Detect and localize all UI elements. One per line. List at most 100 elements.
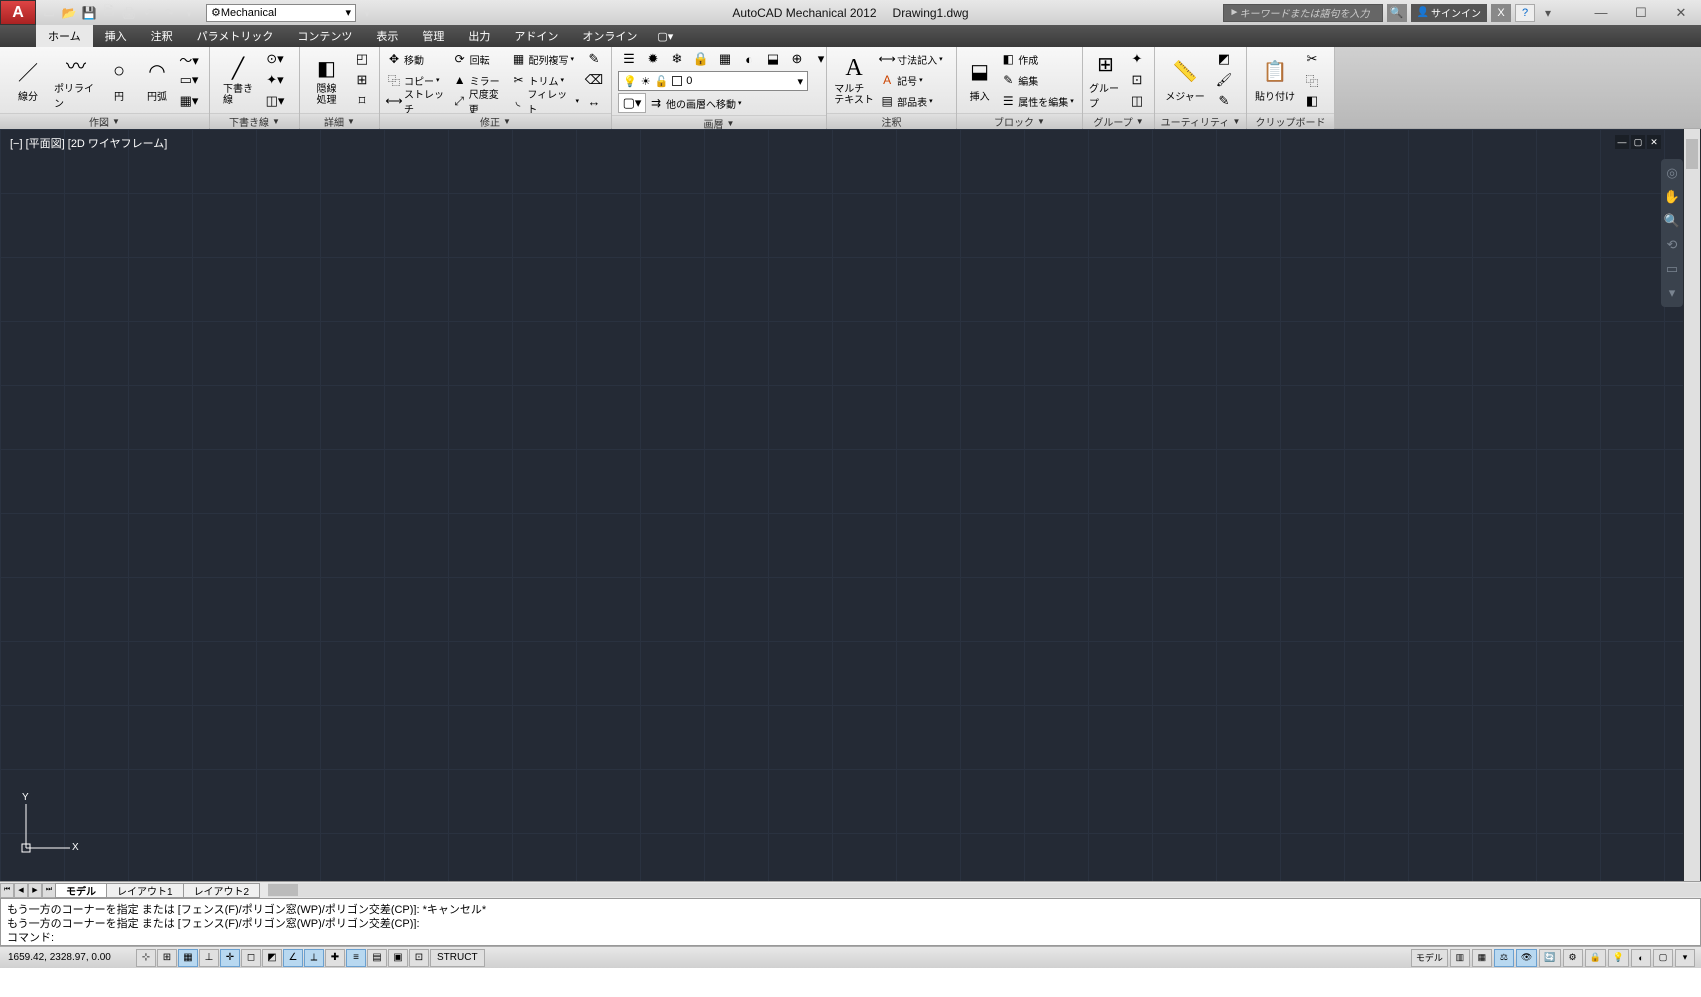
sb-otrack[interactable]: ∠ xyxy=(283,949,303,967)
hide-line-button[interactable]: ◧隠線 処理 xyxy=(306,50,347,110)
drawing-area[interactable]: [−] [平面図] [2D ワイヤフレーム] — ▢ ✕ Y X ◎ ✋ 🔍 ⟲… xyxy=(0,129,1701,881)
viewport-label[interactable]: [−] [平面図] [2D ワイヤフレーム] xyxy=(10,135,167,151)
qat-more-icon[interactable]: ▾ xyxy=(180,4,198,22)
tab-layout2[interactable]: レイアウト2 xyxy=(183,883,261,898)
command-line[interactable]: もう一方のコーナーを指定 または [フェンス(F)/ポリゴン窓(WP)/ポリゴン… xyxy=(0,898,1701,946)
tab-view[interactable]: 表示 xyxy=(364,25,410,47)
insert-block-button[interactable]: ⬓挿入 xyxy=(963,50,996,110)
group-sel-icon[interactable]: ◫ xyxy=(1126,91,1148,111)
tab-online[interactable]: オンライン xyxy=(570,25,649,47)
layer-i8[interactable]: ⊕ xyxy=(786,49,808,69)
polyline-button[interactable]: 〰ポリライン xyxy=(54,50,98,110)
sb-qview-drawings-icon[interactable]: ▦ xyxy=(1472,949,1492,967)
layer-i2[interactable]: ✹ xyxy=(642,49,664,69)
ribbon-minimize-icon[interactable]: ▢▾ xyxy=(657,25,673,47)
spline-icon[interactable]: 〜▾ xyxy=(178,49,200,69)
help-search-input[interactable]: ► キーワードまたは語句を入力 xyxy=(1223,4,1383,22)
panel-title-modify[interactable]: 修正 xyxy=(480,114,500,129)
sb-clean-icon[interactable]: ▢ xyxy=(1653,949,1673,967)
sb-annoscale-icon[interactable]: ⚖ xyxy=(1494,949,1514,967)
copy-clip-icon[interactable]: ⿻ xyxy=(1301,70,1323,90)
layer-props-icon[interactable]: ☰ xyxy=(618,49,640,69)
sb-struct[interactable]: STRUCT xyxy=(430,949,485,967)
rotate-button[interactable]: ⟳回転 xyxy=(452,49,507,69)
paste-button[interactable]: 📋貼り付け xyxy=(1253,50,1297,110)
tab-parametric[interactable]: パラメトリック xyxy=(185,25,286,47)
symbol-button[interactable]: A記号▾ xyxy=(879,70,950,90)
layer-i4[interactable]: 🔒 xyxy=(690,49,712,69)
cmd-prompt[interactable]: コマンド: xyxy=(7,929,1694,943)
line-button[interactable]: ／線分 xyxy=(6,50,50,110)
coordinates-display[interactable]: 1659.42, 2328.97, 0.00 xyxy=(0,952,130,963)
powertrim-icon[interactable]: ✎ xyxy=(583,49,605,69)
tab-model[interactable]: モデル xyxy=(55,883,107,898)
nav-more-icon[interactable]: ▾ xyxy=(1664,285,1680,301)
panel-title-utility[interactable]: ユーティリティ xyxy=(1161,114,1230,129)
arc-button[interactable]: ◠円弧 xyxy=(140,50,174,110)
sb-qp[interactable]: ▣ xyxy=(388,949,408,967)
tab-manage[interactable]: 管理 xyxy=(410,25,456,47)
tab-nav-next[interactable]: ▶ xyxy=(28,883,42,898)
sb-model-button[interactable]: モデル xyxy=(1411,949,1448,967)
nav-pan-icon[interactable]: ✋ xyxy=(1664,189,1680,205)
sb-snap[interactable]: ⊞ xyxy=(157,949,177,967)
horizontal-scrollbar[interactable] xyxy=(268,883,1701,897)
layer-dropdown[interactable]: 💡☀🔓 0 ▾ xyxy=(618,71,808,91)
window-minimize[interactable]: — xyxy=(1581,2,1621,24)
panel-title-block[interactable]: ブロック xyxy=(994,114,1034,129)
tab-home[interactable]: ホーム xyxy=(36,25,93,47)
signin-button[interactable]: 👤サインイン xyxy=(1411,4,1487,22)
cut-icon[interactable]: ✂ xyxy=(1301,49,1323,69)
tab-addin[interactable]: アドイン xyxy=(502,25,570,47)
hatch-icon[interactable]: ▦▾ xyxy=(178,91,200,111)
move-to-layer-button[interactable]: ⇉他の画層へ移動▾ xyxy=(648,93,742,113)
help-icon[interactable]: ? xyxy=(1515,4,1535,22)
sb-tray-dropdown[interactable]: ▾ xyxy=(1675,949,1695,967)
panel-title-group[interactable]: グループ xyxy=(1093,114,1132,129)
scale-button[interactable]: ⤢尺度変更 xyxy=(452,91,507,111)
window-maximize[interactable]: ☐ xyxy=(1621,2,1661,24)
sb-ws-icon[interactable]: ⚙ xyxy=(1563,949,1583,967)
nav-showui-icon[interactable]: ▭ xyxy=(1664,261,1680,277)
sb-isolate-icon[interactable]: ◐ xyxy=(1631,949,1651,967)
circle-button[interactable]: ○円 xyxy=(102,50,136,110)
tab-layout1[interactable]: レイアウト1 xyxy=(106,883,184,898)
measure-button[interactable]: 📏メジャー xyxy=(1161,50,1209,110)
tab-nav-prev[interactable]: ◀ xyxy=(14,883,28,898)
nav-orbit-icon[interactable]: ⟲ xyxy=(1664,237,1680,253)
layer-i5[interactable]: ▦ xyxy=(714,49,736,69)
qat-saveas-icon[interactable]: 🗎 xyxy=(100,4,118,22)
match-icon[interactable]: ◧ xyxy=(1301,91,1323,111)
layer-i6[interactable]: ◐ xyxy=(738,49,760,69)
tab-annotate[interactable]: 注釈 xyxy=(139,25,185,47)
dimension-button[interactable]: ⟷寸法記入▾ xyxy=(879,49,950,69)
detail-icon-1[interactable]: ◰ xyxy=(351,49,373,69)
tab-output[interactable]: 出力 xyxy=(456,25,502,47)
sb-annovisibility-icon[interactable]: 👁 xyxy=(1516,949,1537,967)
infocenter-btn[interactable]: 🔍 xyxy=(1387,4,1407,22)
sb-grid[interactable]: ▦ xyxy=(178,949,198,967)
tab-content[interactable]: コンテンツ xyxy=(285,25,364,47)
construction-line-button[interactable]: ╱下書き 線 xyxy=(216,50,260,110)
util-i1[interactable]: ◩ xyxy=(1213,49,1235,69)
tab-nav-first[interactable]: ⏮ xyxy=(0,883,14,898)
mtext-button[interactable]: Aマルチ テキスト xyxy=(833,50,875,110)
util-i2[interactable]: 🖌 xyxy=(1213,70,1235,90)
sb-lock-icon[interactable]: 🔒 xyxy=(1585,949,1606,967)
sb-ortho[interactable]: ⊥ xyxy=(199,949,219,967)
xline-ray-icon[interactable]: ✦▾ xyxy=(264,70,286,90)
nav-zoom-icon[interactable]: 🔍 xyxy=(1664,213,1680,229)
sb-3dosnap[interactable]: ◩ xyxy=(262,949,282,967)
tab-insert[interactable]: 挿入 xyxy=(93,25,139,47)
color-swatch[interactable]: ▢▾ xyxy=(618,93,646,113)
detail-icon-3[interactable]: ⌑ xyxy=(351,91,373,111)
bom-button[interactable]: ▤部品表▾ xyxy=(879,91,950,111)
qat-new-icon[interactable]: ▭ xyxy=(40,4,58,22)
exchange-icon[interactable]: X xyxy=(1491,4,1511,22)
sb-dyn[interactable]: ✚ xyxy=(325,949,345,967)
ucs-icon[interactable]: Y X xyxy=(18,798,78,861)
sb-ducs[interactable]: ⟂ xyxy=(304,949,324,967)
util-i3[interactable]: ✎ xyxy=(1213,91,1235,111)
sb-sc[interactable]: ⊡ xyxy=(409,949,429,967)
fillet-button[interactable]: ◟フィレット▾ xyxy=(510,91,579,111)
